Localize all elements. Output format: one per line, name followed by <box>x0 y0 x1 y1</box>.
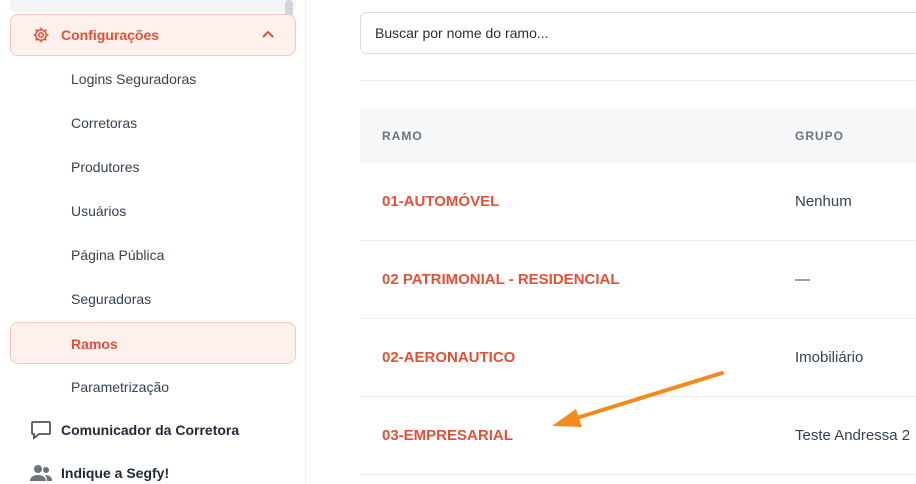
table-row[interactable]: 02 PATRIMONIAL - RESIDENCIAL — <box>360 241 916 319</box>
grupo-cell: Imobiliário <box>795 349 864 366</box>
submenu-item-logins-seguradoras[interactable]: Logins Seguradoras <box>71 71 196 87</box>
grupo-cell: Nenhum <box>795 193 852 210</box>
column-header-grupo[interactable]: GRUPO <box>795 129 844 143</box>
submenu-item-seguradoras[interactable]: Seguradoras <box>71 291 151 307</box>
submenu-item-parametrizacao[interactable]: Parametrização <box>71 379 169 395</box>
divider <box>360 80 916 81</box>
submenu-item-label: Ramos <box>71 336 118 352</box>
search-input[interactable] <box>360 12 916 54</box>
submenu-item-pagina-publica[interactable]: Página Pública <box>71 247 164 263</box>
sidebar-item-label: Configurações <box>61 27 160 43</box>
submenu-item-ramos[interactable]: Ramos <box>10 322 296 364</box>
ramo-link[interactable]: 01-AUTOMÓVEL <box>382 193 499 210</box>
sidebar-link-label: Indique a Segfy! <box>61 465 170 481</box>
grupo-cell: — <box>795 271 810 288</box>
sidebar-item-indique[interactable]: Indique a Segfy! <box>30 463 169 483</box>
ramo-link[interactable]: 02-AERONAUTICO <box>382 349 515 366</box>
table-header: RAMO GRUPO <box>360 108 916 163</box>
grupo-cell: Teste Andressa 2 <box>795 427 911 444</box>
gear-icon <box>33 27 49 43</box>
submenu-item-usuarios[interactable]: Usuários <box>71 203 126 219</box>
column-header-ramo[interactable]: RAMO <box>382 129 423 143</box>
table-row[interactable]: 01-AUTOMÓVEL Nenhum <box>360 163 916 241</box>
sidebar-previous-item[interactable] <box>10 0 296 12</box>
ramo-link[interactable]: 02 PATRIMONIAL - RESIDENCIAL <box>382 271 620 288</box>
submenu-item-corretoras[interactable]: Corretoras <box>71 115 137 131</box>
sidebar-link-label: Comunicador da Corretora <box>61 422 240 438</box>
sidebar-item-comunicador[interactable]: Comunicador da Corretora <box>30 420 239 440</box>
submenu-item-produtores[interactable]: Produtores <box>71 159 139 175</box>
annotation-arrow-icon <box>552 371 724 427</box>
ramo-link[interactable]: 03-EMPRESARIAL <box>382 427 513 444</box>
sidebar: Configurações Logins Seguradoras Correto… <box>0 0 306 484</box>
users-icon <box>30 465 52 481</box>
sidebar-item-configuracoes[interactable]: Configurações <box>10 14 296 56</box>
chevron-up-icon[interactable] <box>261 28 275 42</box>
chat-icon <box>31 421 51 440</box>
